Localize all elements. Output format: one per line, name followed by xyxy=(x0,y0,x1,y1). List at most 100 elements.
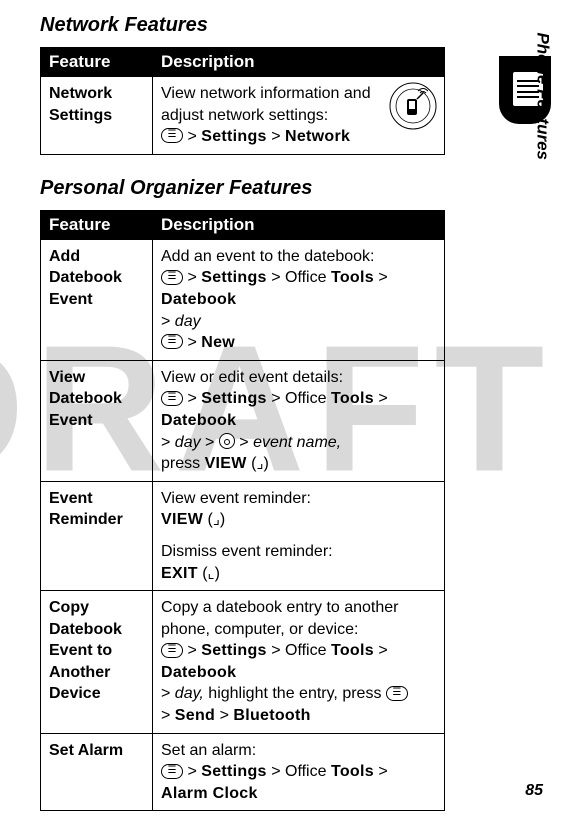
datebook-label: Datebook xyxy=(161,291,236,308)
highlight-text: highlight the entry, press xyxy=(204,685,386,702)
table-header-row: Feature Description xyxy=(41,48,445,77)
sep: > xyxy=(374,642,388,659)
network-label: Network xyxy=(285,128,350,145)
settings-label: Settings xyxy=(201,642,267,659)
sep: > xyxy=(161,313,175,330)
paren: ) xyxy=(215,565,220,582)
sep: > xyxy=(183,642,201,659)
menu-key-icon: ☰ xyxy=(161,128,183,143)
table-row: Copy Datebook Event to Another Device Co… xyxy=(41,591,445,734)
bluetooth-label: Bluetooth xyxy=(233,707,310,724)
send-label: Send xyxy=(175,707,215,724)
feature-cell: Network Settings xyxy=(41,77,153,155)
menu-key-icon: ☰ xyxy=(386,686,408,701)
new-label: New xyxy=(201,334,235,351)
desc-text: Dismiss event reminder: xyxy=(161,543,333,560)
table-row: View Datebook Event View or edit event d… xyxy=(41,360,445,481)
side-section-label: Phone Features xyxy=(533,32,553,160)
network-features-heading: Network Features xyxy=(40,14,445,37)
side-tab-dots xyxy=(503,72,509,108)
settings-label: Settings xyxy=(201,128,267,145)
col-description: Description xyxy=(153,210,445,239)
description-cell: Copy a datebook entry to another phone, … xyxy=(153,591,445,734)
page-number: 85 xyxy=(525,782,543,800)
sep: > xyxy=(183,763,201,780)
tools-label: Tools xyxy=(331,763,374,780)
sep: > xyxy=(374,390,388,407)
alarm-clock-label: Alarm Clock xyxy=(161,785,258,802)
desc-text: View network information and adjust netw… xyxy=(161,85,371,124)
network-features-table: Feature Description Network Settings Vie… xyxy=(40,47,445,155)
datebook-label: Datebook xyxy=(161,412,236,429)
sep: > xyxy=(161,434,175,451)
sep: > xyxy=(235,434,253,451)
sep: > Office xyxy=(267,269,331,286)
table-row: Network Settings View network informatio… xyxy=(41,77,445,155)
desc-text: View or edit event details: xyxy=(161,369,343,386)
day-label: day xyxy=(175,313,201,330)
paren: ) xyxy=(263,455,268,472)
menu-key-icon: ☰ xyxy=(161,270,183,285)
col-description: Description xyxy=(153,48,445,77)
sep: > xyxy=(183,334,201,351)
tools-label: Tools xyxy=(331,390,374,407)
feature-cell: Copy Datebook Event to Another Device xyxy=(41,591,153,734)
description-cell: View or edit event details: ☰ > Settings… xyxy=(153,360,445,481)
table-row: Set Alarm Set an alarm: ☰ > Settings > O… xyxy=(41,733,445,811)
description-cell: View event reminder: VIEW (⌟) Dismiss ev… xyxy=(153,481,445,590)
sep: > Office xyxy=(267,390,331,407)
sep: > Office xyxy=(267,642,331,659)
sep: > xyxy=(267,128,285,145)
sep: > xyxy=(374,763,388,780)
left-soft-key-icon: ⌞ xyxy=(208,564,215,584)
feature-cell: Event Reminder xyxy=(41,481,153,590)
col-feature: Feature xyxy=(41,210,153,239)
paren: ( xyxy=(203,511,213,528)
right-soft-key-icon: ⌟ xyxy=(213,510,220,530)
network-subscription-icon xyxy=(388,81,438,138)
col-feature: Feature xyxy=(41,48,153,77)
datebook-label: Datebook xyxy=(161,664,236,681)
view-label: VIEW xyxy=(205,455,247,472)
desc-text: View event reminder: xyxy=(161,490,311,507)
sep: > Office xyxy=(267,763,331,780)
tools-label: Tools xyxy=(331,269,374,286)
paren: ) xyxy=(220,511,225,528)
day-label: day xyxy=(175,434,201,451)
menu-key-icon: ☰ xyxy=(161,391,183,406)
tools-label: Tools xyxy=(331,642,374,659)
day-label: day, xyxy=(175,685,204,702)
menu-key-icon: ☰ xyxy=(161,334,183,349)
sep: > xyxy=(215,707,233,724)
paren: ( xyxy=(247,455,257,472)
feature-cell: View Datebook Event xyxy=(41,360,153,481)
organizer-features-table: Feature Description Add Datebook Event A… xyxy=(40,210,445,812)
sep: > xyxy=(183,390,201,407)
paren: ( xyxy=(198,565,208,582)
description-cell: Add an event to the datebook: ☰ > Settin… xyxy=(153,239,445,360)
description-cell: Set an alarm: ☰ > Settings > Office Tool… xyxy=(153,733,445,811)
view-label: VIEW xyxy=(161,511,203,528)
event-name-label: event name, xyxy=(253,434,341,451)
sep: > xyxy=(161,685,175,702)
settings-label: Settings xyxy=(201,269,267,286)
press-label: press xyxy=(161,455,205,472)
sep: > xyxy=(374,269,388,286)
sep: > xyxy=(201,434,219,451)
nav-key-icon xyxy=(219,433,235,449)
table-row: Add Datebook Event Add an event to the d… xyxy=(41,239,445,360)
description-cell: View network information and adjust netw… xyxy=(153,77,445,155)
feature-cell: Add Datebook Event xyxy=(41,239,153,360)
settings-label: Settings xyxy=(201,763,267,780)
desc-text: Copy a datebook entry to another phone, … xyxy=(161,599,399,638)
table-row: Event Reminder View event reminder: VIEW… xyxy=(41,481,445,590)
settings-label: Settings xyxy=(201,390,267,407)
menu-key-icon: ☰ xyxy=(161,643,183,658)
desc-text: Set an alarm: xyxy=(161,742,256,759)
sep: > xyxy=(161,707,175,724)
sep: > xyxy=(183,269,201,286)
sep: > xyxy=(183,128,201,145)
table-header-row: Feature Description xyxy=(41,210,445,239)
desc-text: Add an event to the datebook: xyxy=(161,248,375,265)
page-content: Network Features Feature Description Net… xyxy=(0,0,485,811)
